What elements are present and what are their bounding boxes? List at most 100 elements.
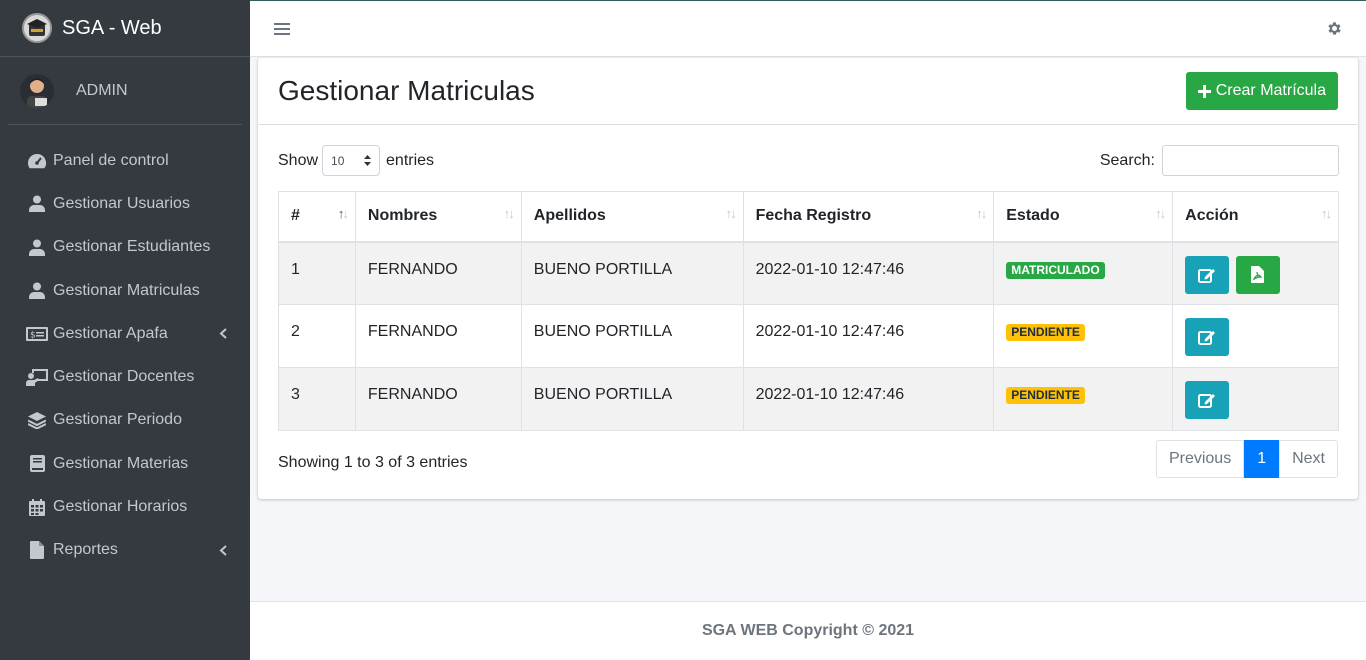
- chalkboard-teacher-icon: [26, 367, 48, 387]
- card-header: Gestionar Matriculas Crear Matrícula: [258, 58, 1358, 125]
- brand-name: SGA - Web: [62, 16, 162, 39]
- status-badge: PENDIENTE: [1006, 387, 1085, 405]
- school-logo-icon: [22, 13, 52, 43]
- pdf-file-icon: [1251, 266, 1265, 283]
- cell-id: 3: [278, 367, 356, 431]
- tachometer-icon: [26, 151, 48, 171]
- entries-label: entries: [386, 151, 435, 169]
- sort-arrows-icon: ↑↓: [725, 206, 737, 221]
- search-input[interactable]: [1162, 145, 1339, 176]
- sidebar-nav: Panel de control Gestionar Usuarios Gestio…: [0, 139, 250, 572]
- column-header-label: Fecha Registro: [755, 207, 872, 225]
- matriculas-table: # ↑↓ Nombres ↑↓ Apellidos ↑↓ Fecha Registro ↑↓ E…: [278, 191, 1339, 431]
- sidebar-item-gestionar-usuarios[interactable]: Gestionar Usuarios: [0, 182, 250, 225]
- pagination: Previous 1 Next: [1155, 440, 1338, 478]
- sidebar-item-label: Reportes: [53, 541, 118, 559]
- entries-select-value: 10: [331, 153, 345, 168]
- table-header-row: # ↑↓ Nombres ↑↓ Apellidos ↑↓ Fecha Registro ↑↓ E…: [278, 191, 1339, 243]
- cell-actions: [1172, 304, 1339, 368]
- sidebar-item-label: Gestionar Apafa: [53, 324, 168, 342]
- sidebar-item-label: Gestionar Estudiantes: [53, 238, 211, 256]
- cell-apellidos: BUENO PORTILLA: [520, 304, 744, 368]
- sidebar-item-gestionar-docentes[interactable]: Gestionar Docentes: [0, 355, 250, 398]
- sort-arrows-icon: ↑↓: [337, 206, 349, 221]
- cell-estado: PENDIENTE: [993, 304, 1174, 368]
- main-footer: SGA WEB Copyright © 2021: [250, 601, 1366, 660]
- pagination-page-1[interactable]: 1: [1244, 440, 1280, 478]
- table-row: 2 FERNANDO BUENO PORTILLA 2022-01-10 12:47:…: [278, 304, 1339, 368]
- create-matricula-button[interactable]: Crear Matrícula: [1185, 72, 1338, 110]
- hamburger-menu-icon[interactable]: [272, 19, 292, 39]
- column-header-label: Estado: [1006, 207, 1060, 225]
- cell-nombres: FERNANDO: [354, 241, 522, 305]
- layers-icon: [26, 410, 48, 430]
- edit-button[interactable]: [1185, 318, 1230, 356]
- column-header[interactable]: # ↑↓: [278, 191, 356, 243]
- sidebar-item-label: Gestionar Docentes: [53, 368, 195, 386]
- cell-apellidos: BUENO PORTILLA: [520, 367, 744, 431]
- cell-actions: [1172, 367, 1339, 431]
- sidebar-item-label: Gestionar Usuarios: [53, 194, 190, 212]
- user-name: ADMIN: [76, 81, 128, 99]
- user-icon: [26, 237, 48, 257]
- pagination-next[interactable]: Next: [1279, 440, 1338, 478]
- cell-nombres: FERNANDO: [354, 367, 522, 431]
- pagination-previous[interactable]: Previous: [1155, 440, 1245, 478]
- user-icon: [26, 194, 48, 214]
- copyright-text: SGA WEB Copyright © 2021: [701, 622, 915, 639]
- column-header-label: #: [291, 207, 300, 225]
- user-icon: [26, 281, 48, 301]
- show-label: Show: [278, 151, 319, 169]
- edit-button[interactable]: [1185, 256, 1230, 294]
- gear-icon[interactable]: [1324, 19, 1344, 39]
- status-badge: PENDIENTE: [1006, 324, 1085, 342]
- column-header[interactable]: Fecha Registro ↑↓: [742, 191, 995, 243]
- cell-fecha: 2022-01-10 12:47:46: [742, 304, 995, 368]
- edit-icon: [1198, 392, 1216, 408]
- cell-id: 2: [278, 304, 356, 368]
- book-icon: [26, 454, 48, 474]
- brand-link[interactable]: SGA - Web: [0, 0, 250, 57]
- table-row: 1 FERNANDO BUENO PORTILLA 2022-01-10 12:47:…: [278, 241, 1339, 305]
- table-body: 1 FERNANDO BUENO PORTILLA 2022-01-10 12:47:…: [278, 241, 1339, 431]
- edit-icon: [1198, 267, 1216, 283]
- edit-button[interactable]: [1185, 381, 1230, 419]
- sidebar-item-label: Gestionar Horarios: [53, 498, 188, 516]
- sidebar-item-gestionar-horarios[interactable]: Gestionar Horarios: [0, 485, 250, 528]
- chevron-left-icon[interactable]: [218, 544, 228, 556]
- table-row: 3 FERNANDO BUENO PORTILLA 2022-01-10 12:47:…: [278, 367, 1339, 431]
- sidebar-item-panel-de-control[interactable]: Panel de control: [0, 139, 250, 182]
- cell-nombres: FERNANDO: [354, 304, 522, 368]
- top-navbar: [250, 0, 1366, 57]
- cell-apellidos: BUENO PORTILLA: [520, 241, 744, 305]
- column-header[interactable]: Apellidos ↑↓: [520, 191, 744, 243]
- sort-arrows-icon: ↑↓: [1155, 206, 1166, 221]
- cell-fecha: 2022-01-10 12:47:46: [742, 367, 995, 431]
- table-info: Showing 1 to 3 of 3 entries: [278, 454, 468, 471]
- sidebar-item-label: Gestionar Matriculas: [53, 281, 200, 299]
- avatar: [20, 73, 54, 108]
- sidebar-item-gestionar-periodo[interactable]: Gestionar Periodo: [0, 399, 250, 442]
- entries-select[interactable]: 10: [322, 145, 381, 176]
- column-header-label: Acción: [1185, 207, 1239, 225]
- sort-arrows-icon: ↑↓: [503, 206, 515, 221]
- chevron-left-icon[interactable]: [218, 328, 228, 340]
- sidebar-item-gestionar-estudiantes[interactable]: Gestionar Estudiantes: [0, 226, 250, 269]
- length-control: Show 10 entries: [278, 145, 434, 176]
- sidebar-item-label: Gestionar Materias: [53, 454, 189, 472]
- user-panel[interactable]: ADMIN: [8, 57, 242, 125]
- column-header-label: Nombres: [367, 207, 438, 225]
- sidebar-item-gestionar-matriculas[interactable]: Gestionar Matriculas: [0, 269, 250, 312]
- sidebar-item-gestionar-apafa[interactable]: $ Gestionar Apafa: [0, 312, 250, 355]
- column-header-label: Apellidos: [533, 207, 606, 225]
- pdf-button[interactable]: [1235, 255, 1280, 294]
- search-label: Search:: [1099, 151, 1155, 169]
- column-header[interactable]: Nombres ↑↓: [354, 191, 522, 243]
- column-header[interactable]: Estado ↑↓: [993, 191, 1174, 243]
- page-title: Gestionar Matriculas: [278, 75, 535, 106]
- column-header[interactable]: Acción ↑↓: [1172, 191, 1339, 243]
- calendar-icon: [26, 497, 48, 517]
- svg-text:$: $: [30, 330, 36, 340]
- sidebar-item-reportes[interactable]: Reportes: [0, 529, 250, 572]
- sidebar-item-gestionar-materias[interactable]: Gestionar Materias: [0, 442, 250, 485]
